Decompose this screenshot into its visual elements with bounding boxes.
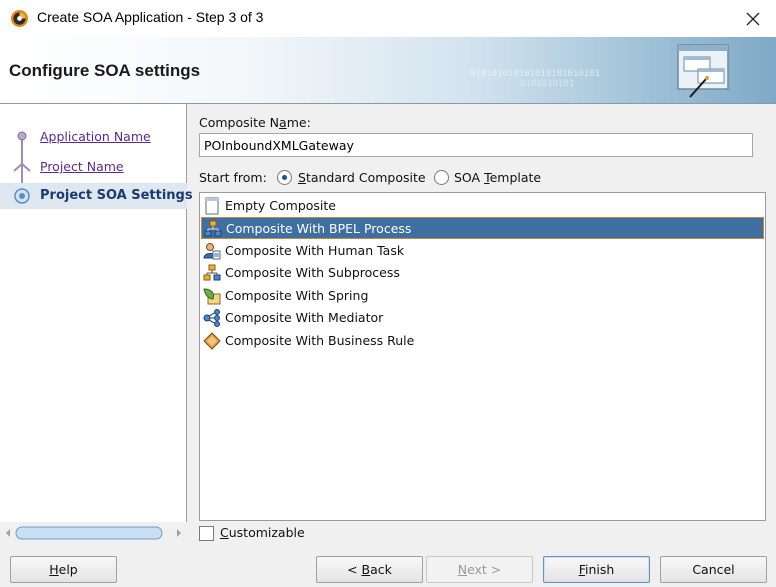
business-rule-icon [203,332,221,350]
list-item-label: Empty Composite [225,198,336,213]
help-button[interactable]: Help [10,556,117,583]
list-item-business-rule[interactable]: Composite With Business Rule [201,330,764,352]
human-task-icon [203,243,221,260]
header-banner: Configure SOA settings 01010101010101010… [0,37,776,104]
spring-icon [203,288,221,305]
soa-template-radio[interactable] [434,170,449,185]
jdeveloper-icon [10,9,29,28]
window-title: Create SOA Application - Step 3 of 3 [37,9,264,25]
list-item-label: Composite With Subprocess [225,265,400,280]
list-item-mediator[interactable]: Composite With Mediator [201,307,764,329]
list-item-label: Composite With BPEL Process [226,221,412,236]
template-list[interactable]: Empty Composite Composite With BPEL Proc… [199,192,766,521]
list-item-label: Composite With Spring [225,288,369,303]
subprocess-icon [203,264,221,281]
list-item-empty-composite[interactable]: Empty Composite [201,195,764,217]
start-from-row: Start from: Standard Composite SOA Templ… [199,169,759,189]
list-item-human-task[interactable]: Composite With Human Task [201,240,764,262]
list-item-bpel-process[interactable]: Composite With BPEL Process [201,217,764,239]
cancel-button[interactable]: Cancel [660,556,767,583]
empty-composite-icon [205,197,219,215]
main-content: Composite Name: Start from: Standard Com… [187,104,776,544]
start-from-label: Start from: [199,170,267,185]
standard-composite-label[interactable]: Standard Composite [298,170,426,185]
customizable-label[interactable]: Customizable [220,525,305,540]
banner-binary-decoration: 010101010101010101010101 [470,69,601,79]
finish-button[interactable]: Finish [543,556,650,583]
composite-name-input[interactable] [199,133,753,157]
nav-step-project-name[interactable]: Project Name [0,154,187,180]
nav-step-label[interactable]: Application Name [40,129,151,144]
bpel-process-icon [204,220,222,237]
next-button[interactable]: Next > [426,556,533,583]
nav-horizontal-scrollbar[interactable] [0,522,187,544]
customizable-checkbox[interactable] [199,526,214,541]
wizard-windows-icon [677,44,729,98]
title-bar: Create SOA Application - Step 3 of 3 [0,0,776,37]
wizard-steps-panel: Application Name Project Name Project SO… [0,104,193,544]
banner-title: Configure SOA settings [9,61,201,80]
list-item-subprocess[interactable]: Composite With Subprocess [201,262,764,284]
soa-template-label[interactable]: SOA Template [454,170,541,185]
nav-step-label: Project SOA Settings [40,188,193,203]
list-item-label: Composite With Mediator [225,310,384,325]
list-item-label: Composite With Human Task [225,243,405,258]
close-button[interactable] [730,0,776,37]
close-icon [746,12,760,25]
list-item-spring[interactable]: Composite With Spring [201,285,764,307]
back-button[interactable]: < Back [316,556,423,583]
button-bar: Help < Back Next > Finish Cancel [0,544,776,587]
banner-binary-decoration-2: 0101010101 [520,79,575,89]
nav-step-label[interactable]: Project Name [40,159,124,174]
mediator-icon [203,309,220,327]
list-item-label: Composite With Business Rule [225,333,415,348]
nav-step-application-name[interactable]: Application Name [0,124,187,150]
standard-composite-radio[interactable] [277,170,292,185]
composite-name-label: Composite Name: [199,115,311,130]
current-step-icon [14,188,30,204]
